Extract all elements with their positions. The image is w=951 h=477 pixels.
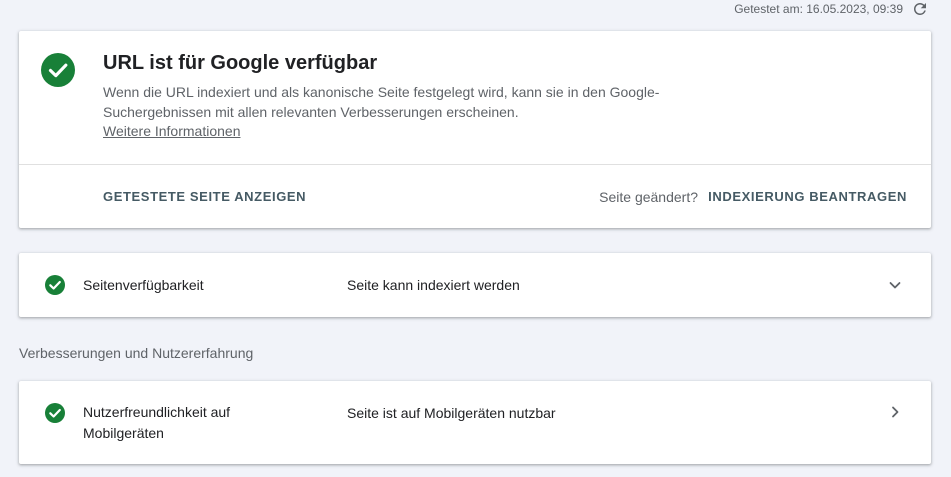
- card-divider: [19, 164, 931, 165]
- request-indexing-button[interactable]: INDEXIERUNG BEANTRAGEN: [708, 189, 907, 204]
- mobile-usability-row[interactable]: Nutzerfreundlichkeit auf Mobilgeräten Se…: [19, 381, 931, 464]
- view-tested-page-button[interactable]: GETESTETE SEITE ANZEIGEN: [103, 189, 306, 204]
- more-info-link[interactable]: Weitere Informationen: [103, 123, 240, 139]
- check-circle-icon: [44, 274, 66, 296]
- top-bar: Getestet am: 16.05.2023, 09:39: [0, 0, 951, 20]
- availability-label: Seitenverfügbarkeit: [83, 277, 204, 293]
- mobile-usability-label: Nutzerfreundlichkeit auf Mobilgeräten: [83, 404, 231, 441]
- page-changed-label: Seite geändert?: [599, 189, 698, 205]
- chevron-right-icon[interactable]: [887, 404, 903, 420]
- status-description: Wenn die URL indexiert und als kanonisch…: [103, 84, 660, 120]
- availability-row[interactable]: Seitenverfügbarkeit Seite kann indexiert…: [19, 253, 931, 317]
- url-status-summary: URL ist für Google verfügbar Wenn die UR…: [19, 31, 931, 164]
- enhancements-section-title: Verbesserungen und Nutzererfahrung: [19, 345, 254, 361]
- tested-timestamp: Getestet am: 16.05.2023, 09:39: [734, 2, 903, 16]
- url-status-card: URL ist für Google verfügbar Wenn die UR…: [19, 31, 931, 228]
- refresh-icon[interactable]: [911, 0, 929, 18]
- chevron-down-icon[interactable]: [887, 277, 903, 293]
- availability-value: Seite kann indexiert werden: [347, 277, 520, 293]
- check-circle-icon: [44, 402, 66, 424]
- status-title: URL ist für Google verfügbar: [103, 52, 378, 74]
- check-circle-icon: [41, 53, 75, 87]
- mobile-usability-value: Seite ist auf Mobilgeräten nutzbar: [347, 405, 556, 421]
